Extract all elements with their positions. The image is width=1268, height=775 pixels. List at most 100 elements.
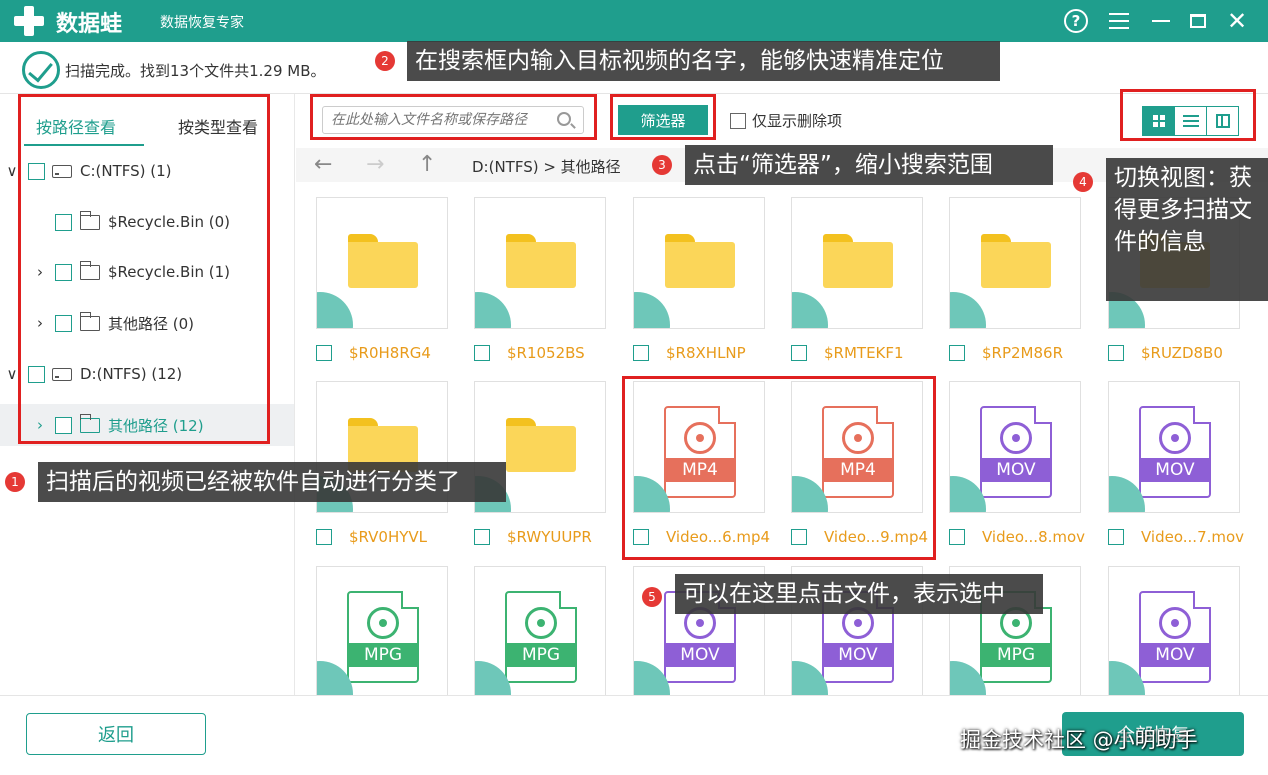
- file-card[interactable]: [633, 197, 765, 329]
- tree-item-label: $Recycle.Bin (1): [108, 263, 231, 281]
- file-card[interactable]: [791, 197, 923, 329]
- tree-checkbox[interactable]: [28, 162, 45, 180]
- tree-item-recycle-bin-1[interactable]: › $Recycle.Bin (1): [0, 252, 294, 292]
- callout-number-5: 5: [642, 587, 662, 607]
- file-name: Video...7.mov: [1141, 528, 1245, 546]
- back-button[interactable]: 返回: [26, 713, 206, 755]
- callout-5: 可以在这里点击文件，表示选中: [675, 574, 1043, 614]
- file-name: Video...6.mp4: [666, 528, 771, 546]
- file-label[interactable]: $RP2M86R: [949, 344, 1063, 362]
- tab-by-path[interactable]: 按路径查看: [36, 114, 116, 138]
- file-name: Video...9.mp4: [824, 528, 929, 546]
- file-card[interactable]: [949, 197, 1081, 329]
- file-label[interactable]: $RUZD8B0: [1108, 344, 1223, 362]
- tree-checkbox[interactable]: [55, 314, 72, 332]
- file-label[interactable]: $R0H8RG4: [316, 344, 431, 362]
- folder-icon: [823, 234, 893, 288]
- tree-item-other-path-d[interactable]: › 其他路径 (12): [0, 404, 294, 446]
- mov-file-icon: MOV: [980, 406, 1052, 498]
- folder-icon: [79, 311, 100, 331]
- help-button[interactable]: ?: [1061, 6, 1091, 36]
- folder-icon: [506, 234, 576, 288]
- search-icon[interactable]: [557, 112, 571, 126]
- tree-item-c-drive[interactable]: ∨ C:(NTFS) (1): [0, 151, 294, 191]
- help-icon: ?: [1064, 9, 1088, 33]
- callout-number-4: 4: [1073, 172, 1093, 192]
- file-label[interactable]: $RWYUUPR: [474, 528, 592, 546]
- minimize-icon: [1152, 20, 1170, 22]
- search-input[interactable]: [323, 107, 553, 133]
- file-checkbox[interactable]: [633, 345, 649, 361]
- deleted-only-checkbox[interactable]: [730, 112, 746, 129]
- filter-button[interactable]: 筛选器: [618, 105, 708, 135]
- close-button[interactable]: ✕: [1222, 6, 1252, 36]
- file-card[interactable]: MOV: [1108, 381, 1240, 513]
- file-card[interactable]: MP4: [791, 381, 923, 513]
- file-label[interactable]: $R1052BS: [474, 344, 585, 362]
- file-card[interactable]: MP4: [633, 381, 765, 513]
- chevron-right-icon[interactable]: ›: [33, 416, 47, 434]
- back-arrow-icon[interactable]: ←: [314, 152, 332, 177]
- forward-arrow-icon[interactable]: →: [366, 152, 384, 177]
- tab-by-type[interactable]: 按类型查看: [178, 114, 258, 138]
- maximize-icon: [1190, 14, 1206, 28]
- tree-item-d-drive[interactable]: ∨ D:(NTFS) (12): [0, 354, 294, 394]
- deleted-only-toggle[interactable]: 仅显示删除项: [730, 110, 842, 131]
- chevron-right-icon[interactable]: ›: [33, 314, 47, 332]
- search-box[interactable]: [322, 106, 584, 134]
- maximize-button[interactable]: [1183, 6, 1213, 36]
- file-name: $R8XHLNP: [666, 344, 746, 362]
- grid-view-button[interactable]: [1142, 106, 1175, 136]
- file-label[interactable]: $RV0HYVL: [316, 528, 427, 546]
- chevron-down-icon[interactable]: ∨: [5, 162, 19, 180]
- up-arrow-icon[interactable]: ↑: [418, 152, 436, 177]
- file-card[interactable]: MPG: [316, 566, 448, 695]
- file-card[interactable]: MOV: [949, 381, 1081, 513]
- menu-icon: [1109, 13, 1129, 29]
- list-view-icon: [1182, 115, 1199, 127]
- detail-view-button[interactable]: [1206, 106, 1239, 136]
- file-card[interactable]: MPG: [474, 566, 606, 695]
- tree-item-recycle-bin-0[interactable]: $Recycle.Bin (0): [0, 202, 294, 242]
- file-label[interactable]: Video...6.mp4: [633, 528, 770, 546]
- chevron-right-icon[interactable]: ›: [33, 263, 47, 281]
- menu-button[interactable]: [1104, 6, 1134, 36]
- file-label[interactable]: $RMTEKF1: [791, 344, 904, 362]
- file-label[interactable]: Video...9.mp4: [791, 528, 928, 546]
- mov-file-icon: MOV: [1139, 591, 1211, 683]
- minimize-button[interactable]: [1146, 6, 1176, 36]
- file-label[interactable]: $R8XHLNP: [633, 344, 746, 362]
- file-checkbox[interactable]: [316, 529, 332, 545]
- mp4-file-icon: MP4: [822, 406, 894, 498]
- tree-checkbox[interactable]: [55, 263, 72, 281]
- file-checkbox[interactable]: [1108, 345, 1124, 361]
- callout-number-1: 1: [5, 472, 25, 492]
- file-card[interactable]: MOV: [1108, 566, 1240, 695]
- file-label[interactable]: Video...7.mov: [1108, 528, 1244, 546]
- tree-item-label: C:(NTFS) (1): [80, 162, 172, 180]
- deleted-only-label: 仅显示删除项: [752, 112, 843, 130]
- tree-checkbox[interactable]: [28, 365, 45, 383]
- logo-icon: [14, 6, 44, 36]
- file-checkbox[interactable]: [949, 529, 965, 545]
- tree-checkbox[interactable]: [55, 213, 72, 231]
- file-card[interactable]: [316, 197, 448, 329]
- file-checkbox[interactable]: [633, 529, 649, 545]
- file-checkbox[interactable]: [474, 345, 490, 361]
- file-checkbox[interactable]: [1108, 529, 1124, 545]
- file-label[interactable]: Video...8.mov: [949, 528, 1085, 546]
- file-name: $RV0HYVL: [349, 528, 428, 546]
- tree-item-other-path-c[interactable]: › 其他路径 (0): [0, 303, 294, 343]
- chevron-down-icon[interactable]: ∨: [5, 365, 19, 383]
- tree-checkbox[interactable]: [55, 416, 72, 434]
- scan-status-text: 扫描完成。找到13个文件共1.29 MB。: [65, 62, 326, 80]
- file-checkbox[interactable]: [316, 345, 332, 361]
- file-checkbox[interactable]: [791, 529, 807, 545]
- file-name: $R1052BS: [507, 344, 585, 362]
- file-card[interactable]: [474, 197, 606, 329]
- file-checkbox[interactable]: [949, 345, 965, 361]
- file-checkbox[interactable]: [791, 345, 807, 361]
- file-checkbox[interactable]: [474, 529, 490, 545]
- toolbar: 筛选器 仅显示删除项: [296, 94, 1268, 148]
- list-view-button[interactable]: [1174, 106, 1207, 136]
